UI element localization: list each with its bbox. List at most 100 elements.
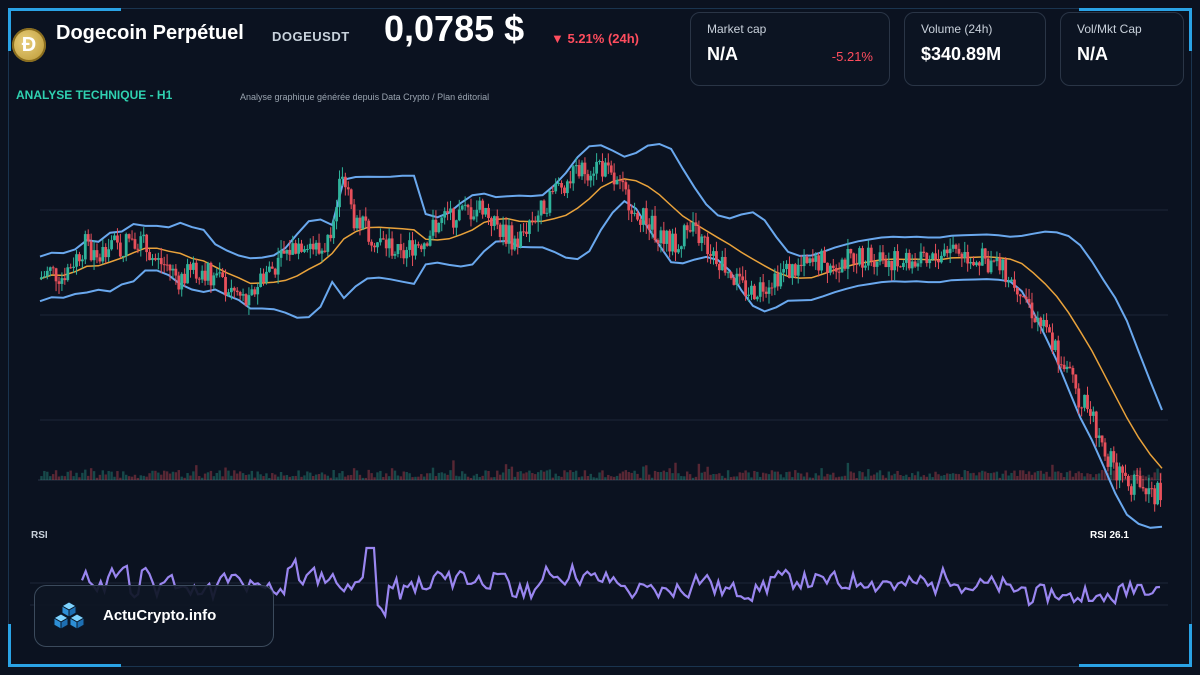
- volume-bar: [577, 477, 581, 480]
- candle-body: [706, 236, 710, 255]
- candle-body: [303, 249, 306, 252]
- candle-body: [364, 216, 368, 221]
- candle-body: [408, 240, 412, 250]
- volume-bar: [259, 474, 262, 480]
- candle-body: [951, 244, 955, 249]
- candle-body: [574, 165, 578, 167]
- candle-body: [811, 258, 815, 262]
- candle-body: [227, 292, 230, 296]
- volume-bar: [40, 476, 43, 480]
- candle-body: [1015, 287, 1019, 295]
- candle-body: [1100, 435, 1104, 443]
- candle-body: [568, 181, 572, 184]
- candle-body: [250, 289, 254, 296]
- volume-bar: [212, 476, 216, 480]
- candle-body: [659, 230, 663, 244]
- candle-body: [472, 216, 476, 220]
- candle-body: [154, 258, 157, 260]
- volume-bar: [241, 473, 245, 480]
- candle-body: [402, 250, 406, 259]
- volume-bar: [504, 464, 508, 480]
- candle-body: [671, 233, 674, 252]
- candle-body: [1144, 488, 1148, 495]
- candle-body: [75, 254, 78, 267]
- volume-bar: [931, 477, 934, 480]
- candle-body: [916, 263, 920, 267]
- volume-bar: [133, 474, 137, 480]
- candle-body: [922, 251, 926, 253]
- volume-bar: [835, 477, 838, 480]
- candle-body: [165, 264, 169, 266]
- candle-body: [881, 252, 885, 260]
- volume-bar: [852, 472, 855, 480]
- candle-body: [381, 238, 385, 240]
- volume-bar: [726, 470, 730, 480]
- volume-bar: [192, 471, 195, 480]
- volume-bar: [782, 477, 785, 480]
- volume-bar: [683, 476, 686, 480]
- volume-bar: [513, 476, 517, 480]
- brand-badge[interactable]: ActuCrypto.info: [34, 585, 274, 647]
- candle-body: [595, 161, 599, 174]
- candle-body: [542, 200, 546, 214]
- candle-body: [1141, 487, 1145, 489]
- candle-body: [481, 200, 485, 215]
- volume-bar: [785, 472, 788, 480]
- volume-bar: [481, 475, 484, 480]
- candle-body: [861, 248, 864, 268]
- candle-body: [297, 243, 300, 254]
- candle-body: [1059, 364, 1063, 366]
- volume-bar: [1080, 473, 1083, 480]
- volume-bar: [367, 469, 370, 480]
- volume-bar: [566, 472, 569, 480]
- volume-bar: [364, 477, 367, 480]
- candle-body: [612, 172, 616, 185]
- candle-body: [332, 221, 336, 239]
- candle-body: [937, 259, 940, 263]
- candle-body: [156, 258, 160, 260]
- candle-body: [1156, 482, 1160, 505]
- candle-body: [1138, 475, 1142, 488]
- candle-body: [189, 264, 192, 270]
- volume-bar: [674, 462, 677, 480]
- candle-body: [1147, 488, 1151, 495]
- volume-bar: [349, 474, 353, 480]
- candle-body: [151, 258, 154, 261]
- candle-body: [726, 272, 730, 274]
- volume-bar: [887, 471, 891, 480]
- volume-bar: [393, 470, 397, 480]
- volume-bar: [294, 475, 297, 480]
- volume-bar: [434, 476, 438, 480]
- volume-bar: [905, 474, 908, 480]
- candle-body: [314, 242, 318, 250]
- candle-body: [697, 225, 701, 244]
- candle-body: [469, 207, 473, 220]
- volume-bar: [969, 473, 972, 480]
- moving-average-line: [39, 178, 1163, 469]
- candle-body: [370, 241, 374, 246]
- volume-bar: [759, 476, 762, 480]
- candle-body: [744, 280, 748, 296]
- candle-body: [709, 254, 712, 256]
- volume-bar: [51, 474, 55, 480]
- candle-body: [1039, 317, 1043, 327]
- volume-bar: [420, 474, 423, 480]
- volume-bar: [814, 473, 817, 480]
- volume-bar: [691, 477, 695, 480]
- volume-bar: [1024, 474, 1028, 480]
- candle-body: [843, 259, 847, 269]
- volume-bar: [458, 476, 461, 480]
- volume-bar: [677, 473, 680, 480]
- volume-bar: [984, 471, 987, 480]
- candle-body: [1071, 367, 1075, 375]
- candle-body: [653, 215, 657, 241]
- candle-body: [598, 161, 601, 163]
- volume-bar: [1130, 474, 1133, 480]
- candle-body: [378, 238, 382, 243]
- candle-body: [945, 249, 949, 254]
- volume-bar: [896, 470, 899, 480]
- candle-body: [682, 225, 686, 247]
- candle-body: [1112, 451, 1116, 463]
- candle-body: [98, 257, 102, 262]
- candle-body: [1042, 319, 1046, 327]
